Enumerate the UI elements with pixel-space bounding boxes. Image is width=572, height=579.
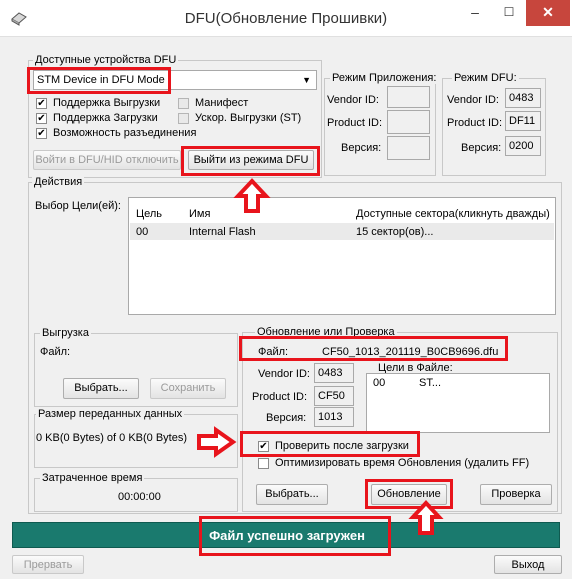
app-product-label: Product ID:	[327, 117, 383, 129]
upload-choose-button[interactable]: Выбрать...	[63, 378, 139, 399]
minimize-icon: –	[471, 4, 479, 20]
up-arrow-icon	[233, 178, 271, 213]
verify-button[interactable]: Проверка	[480, 484, 552, 505]
exit-button[interactable]: Выход	[494, 555, 562, 574]
app-version-field	[387, 136, 430, 160]
title-bar: DFU(Обновление Прошивки) – ☐ ✕	[0, 0, 572, 37]
app-version-label: Версия:	[341, 142, 382, 154]
detach-label: Возможность разъединения	[53, 127, 197, 139]
row-sectors: 15 сектор(ов)...	[356, 226, 434, 238]
dfu-vendor-label: Vendor ID:	[447, 94, 499, 106]
transfer-value: 0 KB(0 Bytes) of 0 KB(0 Bytes)	[36, 432, 188, 444]
maximize-button[interactable]: ☐	[492, 0, 526, 26]
upload-support-checkbox: ✔	[36, 98, 47, 109]
update-vendor-label: Vendor ID:	[258, 368, 310, 380]
app-mode-label: Режим Приложения:	[330, 72, 439, 84]
right-arrow-icon	[197, 426, 237, 458]
row-target: 00	[136, 226, 149, 238]
accel-upload-checkbox	[178, 113, 189, 124]
update-version-field: 1013	[314, 407, 354, 427]
update-product-field: CF50	[314, 386, 354, 406]
minimize-button[interactable]: –	[458, 0, 492, 26]
maximize-icon: ☐	[503, 5, 515, 19]
column-name: Имя	[189, 208, 211, 220]
app-product-field	[387, 110, 430, 134]
update-product-label: Product ID:	[252, 391, 308, 403]
download-support-checkbox: ✔	[36, 113, 47, 124]
highlight-verify-checkbox	[240, 431, 420, 457]
devices-group-label: Доступные устройства DFU	[33, 54, 179, 66]
accel-upload-label: Ускор. Выгрузки (ST)	[195, 112, 302, 124]
download-support-label: Поддержка Загрузки	[53, 112, 158, 124]
file-target-id: 00	[373, 377, 386, 389]
targets-in-file-list[interactable]: 00 ST...	[366, 373, 550, 433]
dfu-version-label: Версия:	[461, 142, 502, 154]
highlight-leave-dfu	[181, 146, 320, 176]
upload-support-label: Поддержка Выгрузки	[53, 97, 161, 109]
detach-checkbox: ✔	[36, 128, 47, 139]
row-name: Internal Flash	[189, 226, 256, 238]
dfu-product-field: DF11	[505, 111, 541, 131]
upload-file-label: Файл:	[40, 346, 71, 358]
column-target: Цель	[136, 208, 163, 220]
targets-label: Выбор Цели(ей):	[35, 200, 121, 212]
abort-button[interactable]: Прервать	[12, 555, 84, 574]
actions-group-label: Действия	[32, 176, 85, 188]
upload-group-label: Выгрузка	[40, 327, 91, 339]
close-button[interactable]: ✕	[526, 0, 570, 26]
dfu-product-label: Product ID:	[447, 117, 503, 129]
transfer-group-label: Размер переданных данных	[36, 408, 185, 420]
app-vendor-label: Vendor ID:	[327, 94, 379, 106]
dfu-version-field: 0200	[505, 136, 541, 156]
optimize-label: Оптимизировать время Обновления (удалить…	[275, 457, 530, 469]
highlight-file-name	[239, 336, 508, 361]
highlight-status-message	[199, 516, 391, 556]
table-row[interactable]: 00 Internal Flash 15 сектор(ов)...	[130, 223, 554, 240]
close-icon: ✕	[542, 4, 554, 20]
enter-dfu-button[interactable]: Войти в DFU/HID отключить	[33, 150, 181, 170]
file-target-name: ST...	[419, 377, 442, 389]
column-sectors: Доступные сектора(кликнуть дважды)	[356, 208, 550, 220]
targets-table[interactable]: Цель Имя Доступные сектора(кликнуть дваж…	[128, 197, 556, 315]
dfu-window: DFU(Обновление Прошивки) – ☐ ✕ Доступные…	[0, 0, 572, 579]
manifest-checkbox	[178, 98, 189, 109]
update-choose-button[interactable]: Выбрать...	[256, 484, 328, 505]
save-button[interactable]: Сохранить	[150, 378, 226, 399]
elapsed-group-label: Затраченное время	[40, 472, 145, 484]
elapsed-value: 00:00:00	[118, 491, 161, 503]
manifest-label: Манифест	[195, 97, 249, 109]
dfu-vendor-field: 0483	[505, 88, 541, 108]
chevron-down-icon: ▼	[302, 75, 311, 85]
optimize-checkbox[interactable]	[258, 458, 269, 469]
dfu-mode-label: Режим DFU:	[452, 72, 519, 84]
update-vendor-field: 0483	[314, 363, 354, 383]
highlight-device-select	[27, 67, 171, 94]
up-arrow-icon	[408, 500, 444, 535]
app-vendor-field	[387, 86, 430, 108]
update-version-label: Версия:	[266, 412, 307, 424]
